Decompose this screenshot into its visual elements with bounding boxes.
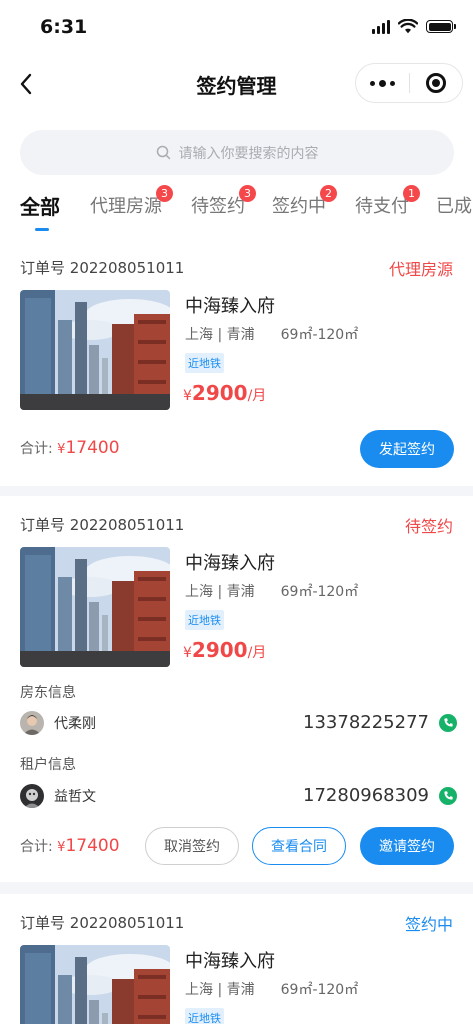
wifi-icon [398,19,418,34]
property-area: 69㎡-120㎡ [280,327,359,343]
property-name: 中海臻入府 [185,553,275,574]
battery-icon [426,20,456,33]
more-button[interactable] [356,64,409,102]
landlord-name: 代柔刚 [54,716,96,732]
order-status: 签约中 [404,915,453,934]
tab-label: 签约中 [272,196,326,217]
phone-icon [439,786,457,805]
order-status: 代理房源 [388,260,453,279]
order-total: 合计: ¥17400 [20,438,120,458]
tab-agent-listings[interactable]: 代理房源 3 [90,185,173,218]
property-area: 69㎡-120㎡ [280,982,359,998]
phone-number: 17280968309 [303,785,429,806]
tab-label: 待签约 [191,196,245,217]
status-bar: 6:31 [0,0,473,56]
nav-bar: 签约管理 [0,56,473,112]
tab-signing[interactable]: 签约中 2 [272,185,337,218]
property-photo [20,290,170,410]
start-signing-button[interactable]: 发起签约 [360,430,454,468]
property-tag: 近地铁 [185,610,224,630]
property-location: 上海 | 青浦 69㎡-120㎡ [185,584,359,600]
signal-icon [372,19,390,34]
view-contract-button[interactable]: 查看合同 [252,827,346,865]
order-card[interactable]: 订单号 202208051011 签约中 中海臻入府 上海 | 青浦 69㎡-12… [0,894,473,1024]
property-area: 69㎡-120㎡ [280,584,359,600]
tenant-phone[interactable]: 17280968309 [303,785,457,806]
search-input[interactable]: 请输入你要搜索的内容 [20,130,454,175]
tab-pending-payment[interactable]: 待支付 1 [355,185,420,218]
property-tag: 近地铁 [185,353,224,373]
tenant-info-label: 租户信息 [20,757,76,773]
mini-program-capsule [355,63,463,103]
landlord: 代柔刚 [20,711,96,735]
order-number: 订单号 202208051011 [20,259,185,277]
search-bar: 请输入你要搜索的内容 [0,112,473,184]
search-placeholder: 请输入你要搜索的内容 [178,145,319,162]
order-number: 订单号 202208051011 [20,914,185,932]
property-tag: 近地铁 [185,1008,224,1024]
tab-badge: 3 [156,185,173,202]
property-photo [20,945,170,1024]
property-name: 中海臻入府 [185,296,275,317]
order-number: 订单号 202208051011 [20,516,185,534]
tab-badge: 1 [403,185,420,202]
landlord-info-label: 房东信息 [20,685,76,701]
avatar [20,784,44,808]
order-card[interactable]: 订单号 202208051011 待签约 中海臻入府 上海 | 青浦 69㎡-12… [0,496,473,882]
search-icon [156,145,170,160]
tab-active-indicator [35,228,49,231]
invite-signing-button[interactable]: 邀请签约 [360,827,454,865]
order-total: 合计: ¥17400 [20,836,120,856]
cancel-signing-button[interactable]: 取消签约 [145,827,239,865]
tab-all[interactable]: 全部 [20,191,60,220]
property-price: ¥2900/月 [183,381,267,405]
status-time: 6:31 [40,16,88,38]
tenant: 益哲文 [20,784,96,808]
tab-label: 已成 [436,196,472,217]
close-mini-program-button[interactable] [410,64,463,102]
order-card[interactable]: 订单号 202208051011 代理房源 中海臻入府 上海 | 青浦 69㎡-1… [0,240,473,486]
property-photo [20,547,170,667]
phone-number: 13378225277 [303,712,429,733]
property-price: ¥2900/月 [183,638,267,662]
property-location: 上海 | 青浦 69㎡-120㎡ [185,982,359,998]
tab-pending-sign[interactable]: 待签约 3 [191,185,256,218]
tab-badge: 3 [239,185,256,202]
phone-icon [439,713,457,732]
status-tabs: 全部 代理房源 3 待签约 3 签约中 2 待支付 1 已成 [0,184,473,240]
order-status: 待签约 [404,517,453,536]
target-icon [425,73,446,93]
tab-label: 待支付 [355,196,409,217]
more-dots-icon [369,79,395,87]
status-icons [372,19,456,34]
tab-label: 全部 [20,195,60,219]
property-name: 中海臻入府 [185,951,275,972]
property-location: 上海 | 青浦 69㎡-120㎡ [185,327,359,343]
tab-label: 代理房源 [90,196,162,217]
tab-badge: 2 [320,185,337,202]
landlord-phone[interactable]: 13378225277 [303,712,457,733]
tab-completed[interactable]: 已成 [436,192,472,218]
avatar [20,711,44,735]
tenant-name: 益哲文 [54,789,96,805]
